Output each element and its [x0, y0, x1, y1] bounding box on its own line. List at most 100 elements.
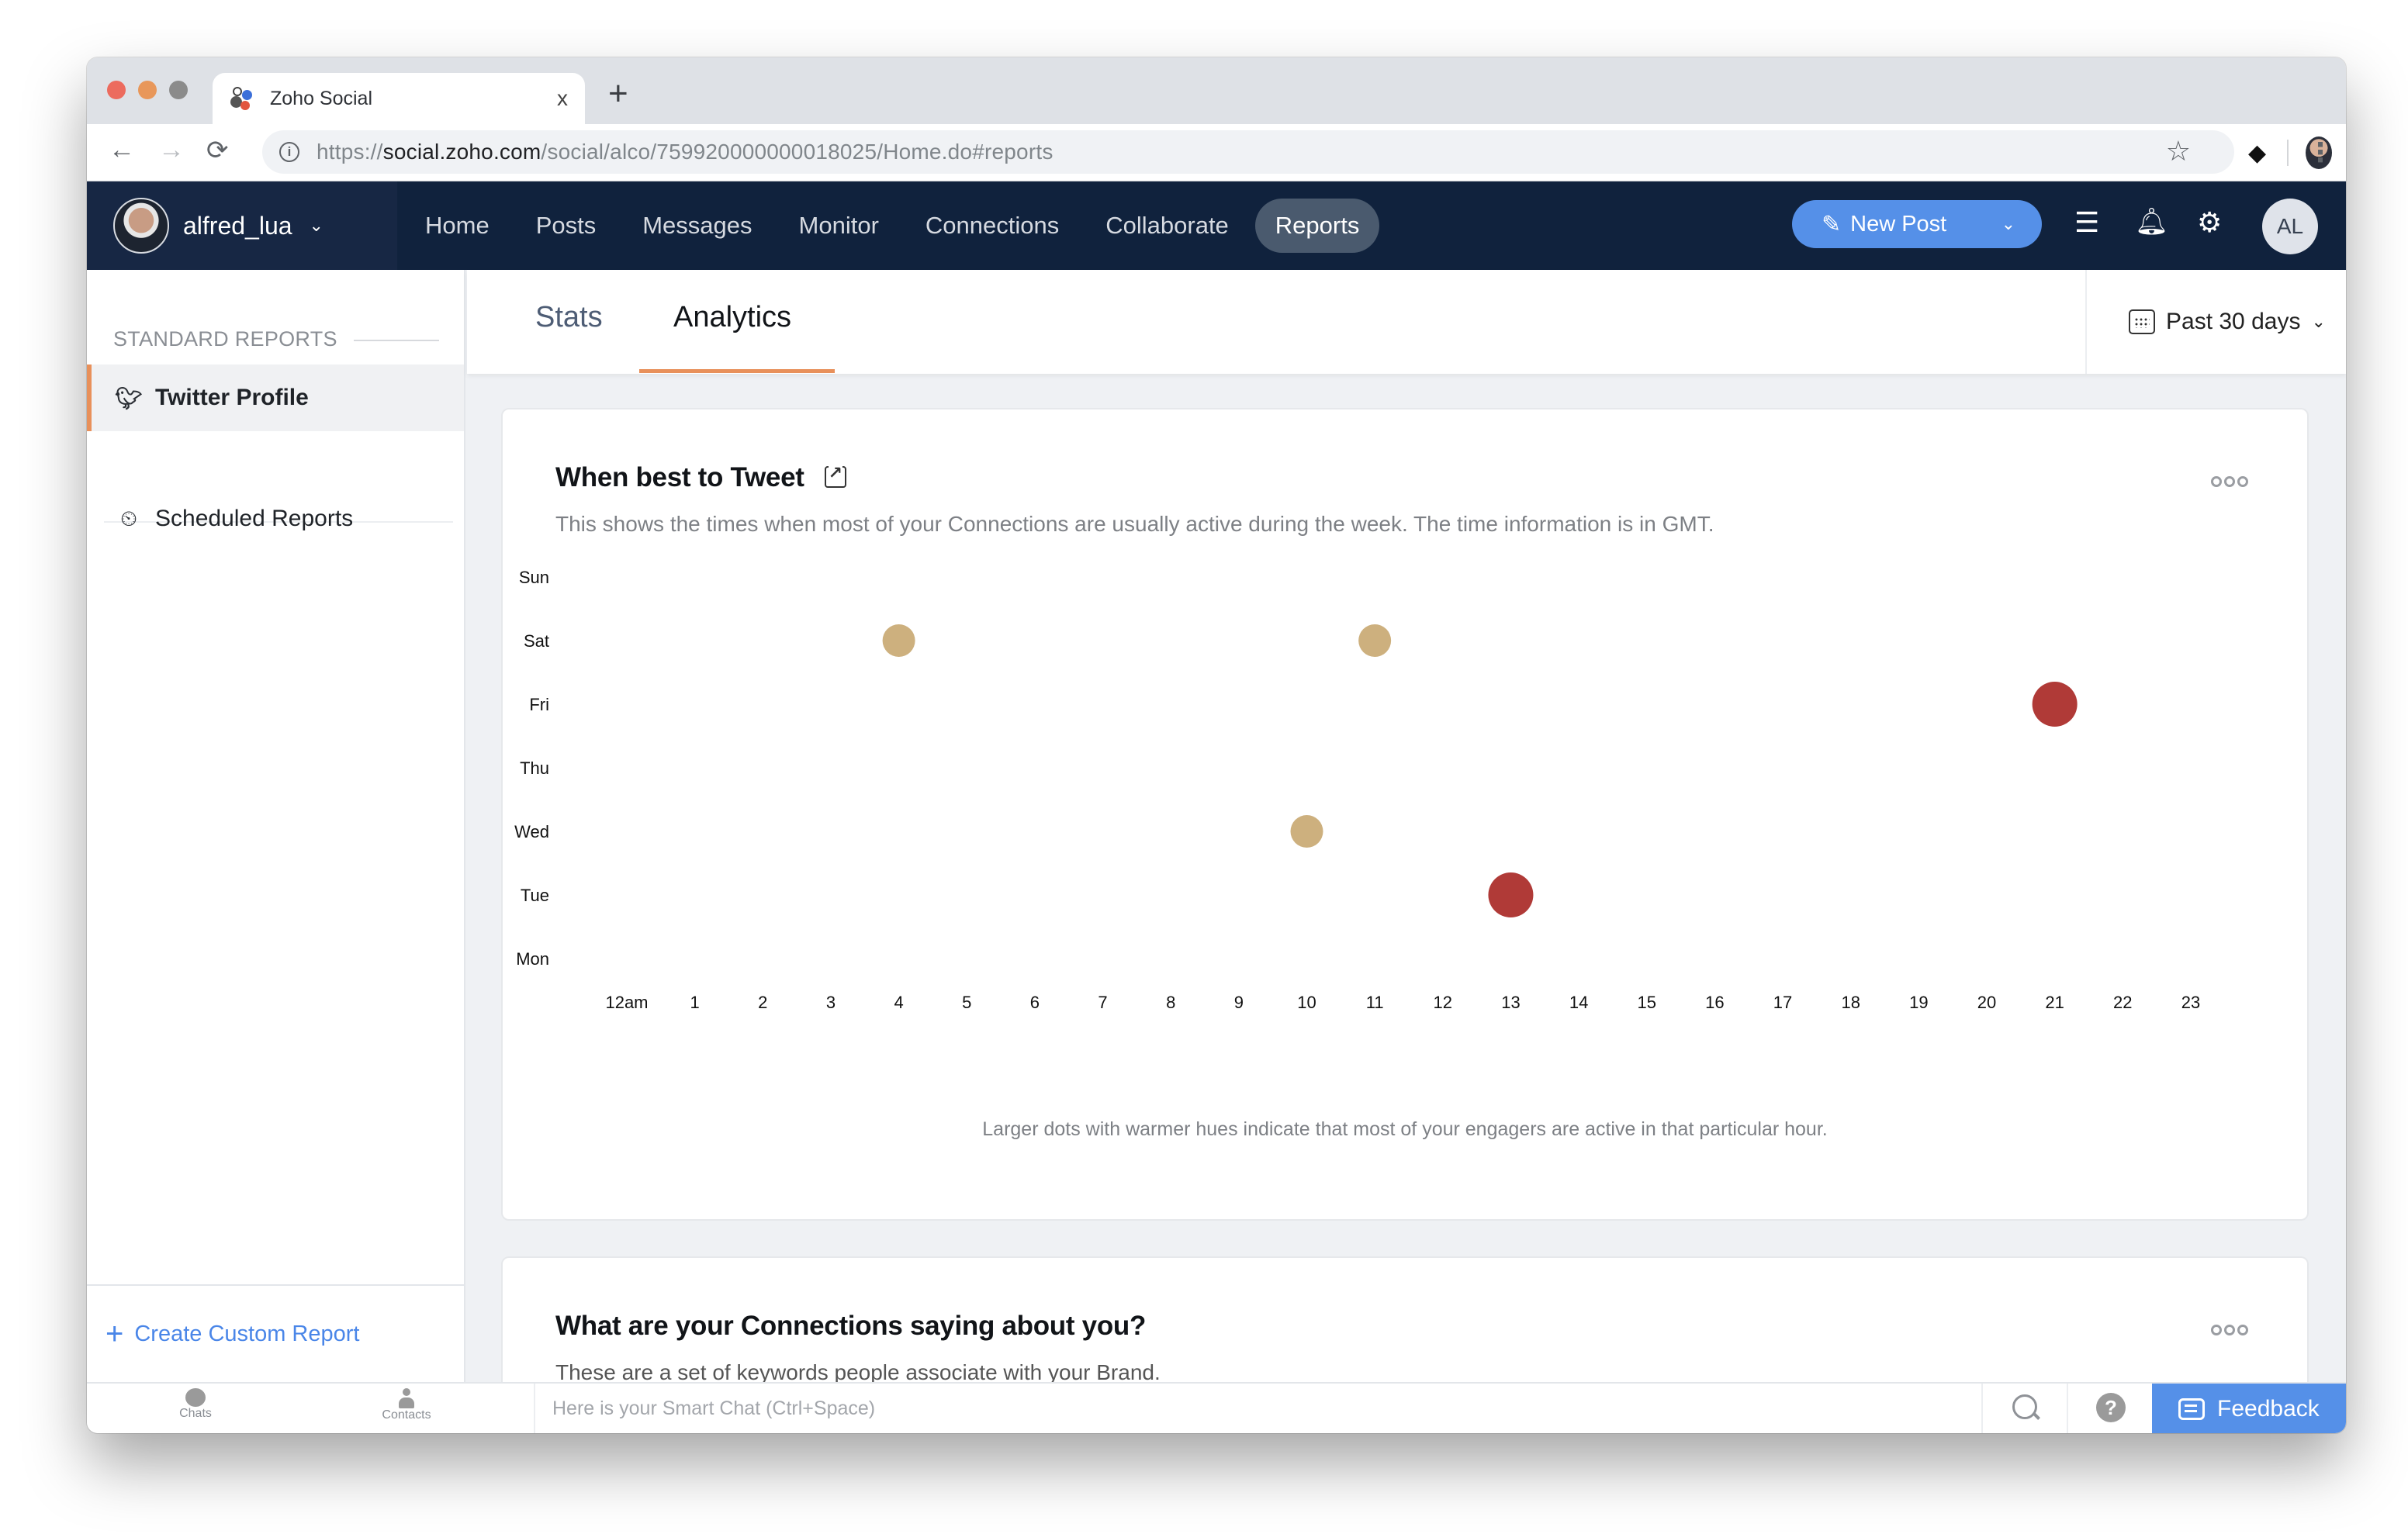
x-tick-label-8: 8 [1166, 993, 1175, 1012]
feedback-button[interactable]: Feedback [2152, 1384, 2346, 1433]
data-point-sat-4[interactable] [882, 624, 915, 657]
data-point-wed-10[interactable] [1290, 815, 1323, 848]
card-title: What are your Connections saying about y… [555, 1311, 1147, 1341]
report-subtabs: Stats Analytics Past 30 days ⌄ [467, 270, 2346, 374]
standard-reports-heading: STANDARD REPORTS [113, 327, 337, 351]
y-tick-label-wed: Wed [514, 822, 549, 841]
date-range-label: Past 30 days [2166, 309, 2301, 334]
x-tick-label-12am: 12am [605, 993, 648, 1012]
y-tick-label-sun: Sun [519, 568, 549, 587]
gear-icon[interactable]: ⚙ [2197, 206, 2222, 239]
search-icon[interactable] [1981, 1384, 2067, 1433]
x-tick-label-10: 10 [1297, 993, 1316, 1012]
data-point-sat-11[interactable] [1358, 624, 1392, 657]
nav-item-connections[interactable]: Connections [905, 199, 1079, 253]
new-tab-button[interactable]: + [608, 74, 628, 113]
feedback-icon [2178, 1398, 2205, 1420]
help-icon: ? [2096, 1393, 2126, 1422]
zoho-social-favicon-icon [230, 85, 256, 112]
forward-arrow-icon[interactable]: → [158, 135, 185, 165]
tab-close-icon[interactable]: x [557, 86, 568, 111]
nav-item-collaborate[interactable]: Collaborate [1085, 199, 1249, 253]
url-path: /social/alco/759920000000018025/Home.do#… [541, 140, 1054, 164]
contacts-label: Contacts [382, 1408, 431, 1422]
nav-item-home[interactable]: Home [405, 199, 510, 253]
x-tick-label-1: 1 [690, 993, 700, 1012]
tab-stats[interactable]: Stats [535, 301, 603, 334]
bell-icon[interactable]: 🔔︎ [2135, 206, 2168, 237]
data-point-fri-21[interactable] [2032, 682, 2078, 727]
account-name: alfred_lua [183, 211, 292, 240]
plus-icon: + [106, 1316, 124, 1351]
x-tick-label-6: 6 [1030, 993, 1040, 1012]
scheduled-report-icon: ⏲ [120, 506, 137, 530]
browser-tab[interactable]: Zoho Social x [213, 73, 585, 124]
x-tick-label-4: 4 [894, 993, 903, 1012]
site-info-icon[interactable]: i [279, 142, 299, 162]
reload-icon[interactable]: ⟳ [206, 135, 229, 166]
x-tick-label-16: 16 [1705, 993, 1724, 1012]
x-axis-labels: 12am 1 2 3 4 5 6 7 8 9 10 11 12 13 14 15 16 17 18 19 20 21 22 2… [605, 993, 2200, 1012]
sidebar-item-label: Twitter Profile [155, 385, 309, 410]
minimize-window-button[interactable] [138, 81, 157, 99]
bottom-chat-bar: Chats Contacts Here is your Smart Chat (… [87, 1382, 2346, 1433]
x-tick-label-7: 7 [1098, 993, 1107, 1012]
tab-analytics[interactable]: Analytics [673, 301, 791, 334]
extension-icon[interactable]: ◆ [2248, 130, 2266, 175]
url-input[interactable]: i https://social.zoho.com/social/alco/75… [262, 130, 2234, 174]
heading-divider [354, 340, 439, 341]
nav-item-posts[interactable]: Posts [516, 199, 617, 253]
x-tick-label-14: 14 [1569, 993, 1588, 1012]
calendar-icon [2129, 309, 2155, 334]
x-tick-label-22: 22 [2113, 993, 2132, 1012]
create-custom-report-button[interactable]: + Create Custom Report [87, 1284, 464, 1382]
account-switcher[interactable]: alfred_lua ⌄ [87, 181, 397, 270]
new-post-dropdown-icon[interactable]: ⌄ [2001, 214, 2015, 234]
url-scheme: https:// [317, 140, 383, 164]
pencil-icon: ✎ [1822, 211, 1842, 237]
browser-window: Zoho Social x + ← → ⟳ i https://social.z… [87, 57, 2346, 1433]
nav-item-monitor[interactable]: Monitor [779, 199, 899, 253]
active-tab-indicator [639, 369, 835, 373]
nav-item-messages[interactable]: Messages [622, 199, 772, 253]
close-window-button[interactable] [107, 81, 126, 99]
new-post-button[interactable]: ✎ New Post ⌄ [1792, 200, 2042, 248]
create-custom-report-label: Create Custom Report [134, 1321, 360, 1346]
x-tick-label-19: 19 [1909, 993, 1928, 1012]
best-time-chart: SunSatFriThuWedTueMon 12am 1 2 3 4 5 6 7 8 9 10 11 1… [514, 568, 2200, 1012]
feedback-label: Feedback [2217, 1396, 2320, 1422]
back-arrow-icon[interactable]: ← [109, 135, 135, 165]
chevron-down-icon: ⌄ [309, 216, 323, 235]
toolbar-divider [2287, 140, 2289, 166]
sidebar-item-twitter-profile[interactable]: 🐦︎ Twitter Profile [87, 364, 464, 431]
nav-item-reports[interactable]: Reports [1254, 199, 1380, 253]
x-tick-label-2: 2 [758, 993, 767, 1012]
chats-label: Chats [179, 1407, 212, 1420]
chat-bubble-icon [185, 1388, 206, 1407]
help-button[interactable]: ? [2067, 1384, 2152, 1433]
x-tick-label-5: 5 [962, 993, 971, 1012]
menu-list-icon[interactable]: ☰ [2074, 206, 2099, 239]
smart-chat-input[interactable]: Here is your Smart Chat (Ctrl+Space) [534, 1384, 1981, 1433]
sidebar-item-scheduled-reports[interactable]: ⏲ Scheduled Reports [87, 485, 464, 552]
tab-strip: Zoho Social x + [87, 57, 2346, 124]
bookmark-star-icon[interactable]: ☆ [2166, 135, 2191, 168]
reports-sidebar: STANDARD REPORTS 🐦︎ Twitter Profile ⏲ Sc… [87, 270, 465, 1382]
y-tick-label-fri: Fri [529, 695, 549, 714]
data-point-tue-13[interactable] [1488, 872, 1534, 917]
x-tick-label-11: 11 [1366, 993, 1384, 1012]
browser-menu-icon[interactable]: ⋮ [2307, 130, 2334, 175]
twitter-icon: 🐦︎ [115, 385, 143, 410]
card-more-options-icon[interactable] [2209, 1320, 2248, 1340]
chats-button[interactable]: Chats [149, 1388, 242, 1421]
contacts-button[interactable]: Contacts [360, 1388, 453, 1422]
x-tick-label-13: 13 [1501, 993, 1520, 1012]
x-tick-label-9: 9 [1234, 993, 1244, 1012]
x-tick-label-12: 12 [1434, 993, 1452, 1012]
contact-person-icon [398, 1388, 415, 1408]
profile-avatar[interactable]: AL [2262, 199, 2318, 254]
maximize-window-button[interactable] [169, 81, 188, 99]
date-range-dropdown[interactable]: Past 30 days ⌄ [2085, 270, 2346, 374]
sidebar-item-label: Scheduled Reports [155, 506, 354, 531]
url-text: https://social.zoho.com/social/alco/7599… [317, 140, 1054, 164]
